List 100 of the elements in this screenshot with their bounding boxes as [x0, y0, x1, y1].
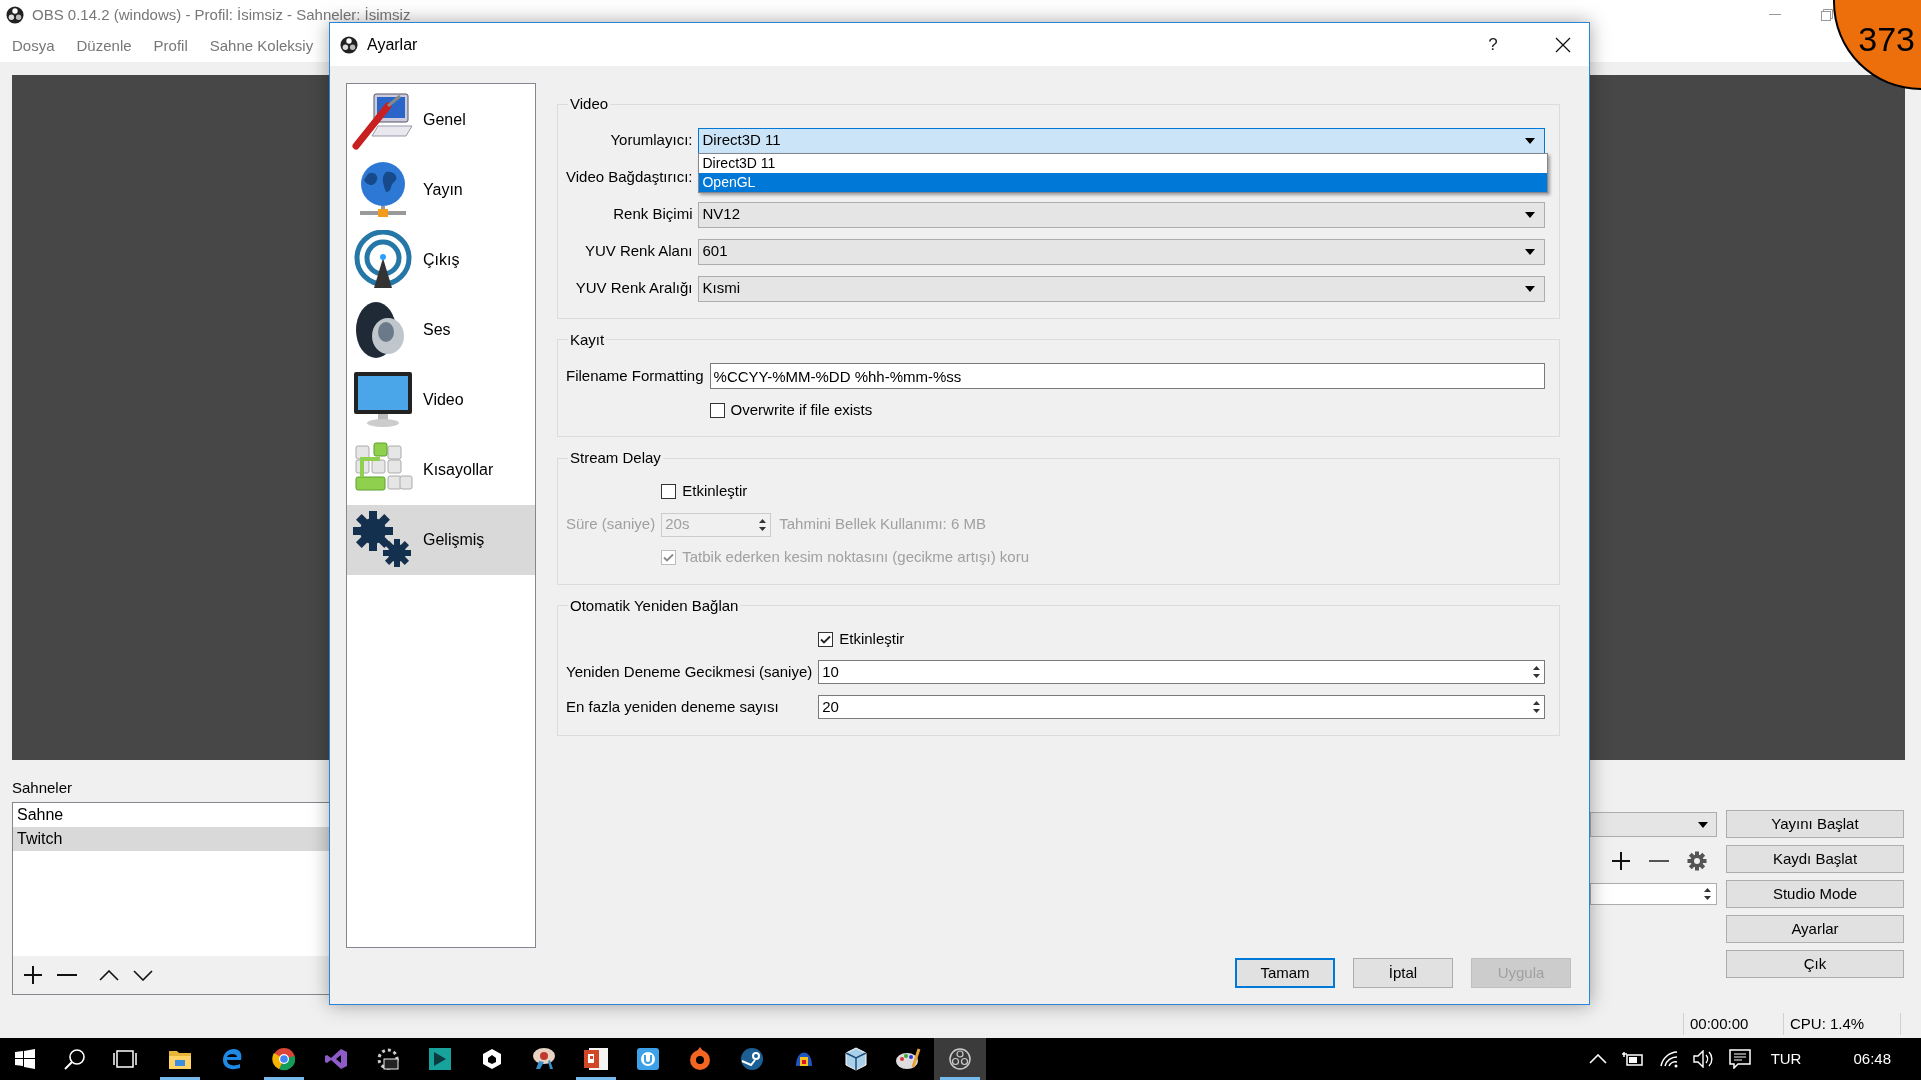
- settings-icon[interactable]: [1687, 851, 1707, 871]
- close-icon[interactable]: [1555, 36, 1571, 53]
- control-button[interactable]: Kaydı Başlat: [1726, 845, 1904, 873]
- checkbox-label[interactable]: Etkinleştir: [839, 627, 905, 651]
- dropdown-arrow-icon: [1698, 821, 1708, 828]
- restore-icon[interactable]: [1821, 9, 1833, 21]
- field-label: Süre (saniye): [566, 514, 656, 535]
- app-logo-icon: [6, 6, 24, 24]
- language-indicator[interactable]: TUR: [1770, 1047, 1802, 1071]
- spin-box[interactable]: 20: [818, 695, 1545, 719]
- add-icon[interactable]: [23, 965, 43, 985]
- windows-start-icon[interactable]: [15, 1049, 35, 1069]
- dialog-button[interactable]: Tamam: [1235, 958, 1335, 988]
- app-icon: [636, 1047, 660, 1071]
- menu-item[interactable]: Düzenle: [76, 34, 132, 58]
- wifi-icon[interactable]: [1658, 1050, 1679, 1068]
- app-icon: [272, 1047, 296, 1071]
- control-button[interactable]: Ayarlar: [1726, 915, 1904, 943]
- battery-icon[interactable]: [1620, 1051, 1645, 1067]
- app-icon: [844, 1047, 868, 1071]
- field-label: En fazla yeniden deneme sayısı: [566, 696, 780, 717]
- checkbox-label: Tatbik ederken kesim noktasını (gecikme artışı) koru: [682, 547, 1029, 568]
- computer-wrench-icon: [352, 90, 414, 150]
- checkbox[interactable]: [818, 631, 834, 647]
- app-icon: [895, 1047, 921, 1071]
- group-title: Kayıt: [569, 329, 606, 350]
- app-icon: [583, 1047, 609, 1071]
- gears-icon: [352, 510, 414, 570]
- help-button[interactable]: ?: [1481, 31, 1505, 58]
- control-button[interactable]: Çık: [1726, 950, 1904, 978]
- app-icon: [168, 1048, 192, 1070]
- control-button[interactable]: Yayını Başlat: [1726, 810, 1904, 838]
- task-view-icon[interactable]: [112, 1050, 138, 1068]
- minimize-icon[interactable]: [1769, 14, 1781, 16]
- control-button[interactable]: Studio Mode: [1726, 880, 1904, 908]
- sidebar-item[interactable]: Kısayollar: [347, 435, 535, 505]
- menu-item[interactable]: Sahne Koleksiy: [209, 34, 314, 58]
- monitor-icon: [352, 370, 414, 430]
- group-title: Stream Delay: [569, 448, 662, 468]
- search-icon[interactable]: [64, 1048, 86, 1070]
- spin-arrows-icon: [1703, 886, 1712, 902]
- panel-title: Sahneler: [12, 778, 74, 797]
- sidebar-item[interactable]: Gelişmiş: [347, 505, 535, 575]
- spin-box[interactable]: 10: [818, 660, 1545, 684]
- memory-estimate: Tahmini Bellek Kullanımı: 6 MB: [779, 514, 986, 535]
- dropdown-option[interactable]: Direct3D 11: [699, 153, 1547, 173]
- app-icon: [796, 1052, 812, 1066]
- window-title: OBS 0.14.2 (windows) - Profil: İsimsiz - Sahneler: İsimsiz: [32, 4, 411, 25]
- dropdown[interactable]: 601: [698, 238, 1545, 265]
- dropdown-option[interactable]: OpenGL: [699, 172, 1547, 192]
- checkbox[interactable]: [661, 484, 677, 499]
- group-title: Video: [569, 94, 610, 114]
- menu-item[interactable]: Dosya: [12, 34, 55, 58]
- speaker-icon[interactable]: [1692, 1050, 1715, 1068]
- dropdown[interactable]: Direct3D 11: [698, 127, 1545, 154]
- app-icon: [220, 1047, 244, 1071]
- menu-item[interactable]: Profil: [153, 34, 188, 58]
- text-field[interactable]: %CCYY-%MM-%DD %hh-%mm-%ss: [709, 363, 1545, 389]
- checkbox-label[interactable]: Etkinleştir: [682, 480, 748, 503]
- recording-time: 00:00:00: [1683, 1012, 1783, 1036]
- spin-box: 20s: [661, 512, 772, 537]
- spin-arrows-icon: [1532, 664, 1541, 680]
- dropdown[interactable]: Kısmi: [698, 275, 1545, 302]
- app-icon: [949, 1048, 971, 1070]
- sidebar-item[interactable]: Ses: [347, 295, 535, 365]
- app-icon: [740, 1047, 764, 1071]
- field-label: Yorumlayıcı:: [609, 130, 693, 151]
- field-label: Video Bağdaştırıcı:: [566, 167, 693, 188]
- app-icon: [481, 1048, 503, 1070]
- app-icon: [688, 1047, 712, 1071]
- antenna-icon: [352, 230, 414, 290]
- move-up-icon[interactable]: [99, 969, 119, 981]
- app-logo-icon: [340, 35, 358, 54]
- field-label: YUV Renk Aralığı: [574, 278, 693, 299]
- field-label: Filename Formatting: [566, 365, 704, 386]
- sidebar-item[interactable]: Çıkış: [347, 225, 535, 295]
- app-icon: [428, 1047, 452, 1071]
- group-title: Otomatik Yeniden Bağlan: [569, 595, 740, 616]
- taskbar-app-button[interactable]: [934, 1038, 986, 1080]
- dropdown-arrow-icon: [1525, 285, 1535, 292]
- field-label: Renk Biçimi: [612, 204, 693, 225]
- dropdown[interactable]: NV12: [698, 201, 1545, 228]
- dialog-button[interactable]: İptal: [1353, 958, 1453, 988]
- spin-box[interactable]: [1590, 883, 1717, 905]
- clock[interactable]: 06:48: [1853, 1047, 1891, 1071]
- sidebar-item[interactable]: Video: [347, 365, 535, 435]
- notification-icon[interactable]: [1728, 1049, 1751, 1069]
- move-down-icon[interactable]: [133, 969, 153, 981]
- sidebar-item[interactable]: Yayın: [347, 155, 535, 225]
- chevron-up-icon[interactable]: [1588, 1054, 1607, 1064]
- app-icon: [376, 1047, 400, 1071]
- add-icon[interactable]: [1611, 851, 1631, 871]
- sidebar-item[interactable]: Genel: [347, 85, 535, 155]
- dropdown-arrow-icon: [1525, 248, 1535, 255]
- app-icon: [324, 1047, 348, 1071]
- field-label: Yeniden Deneme Gecikmesi (saniye): [566, 661, 813, 682]
- dropdown-arrow-icon: [1525, 211, 1535, 218]
- cpu-usage: CPU: 1.4%: [1783, 1012, 1901, 1036]
- checkbox[interactable]: [709, 402, 725, 418]
- checkbox-label[interactable]: Overwrite if file exists: [730, 398, 873, 422]
